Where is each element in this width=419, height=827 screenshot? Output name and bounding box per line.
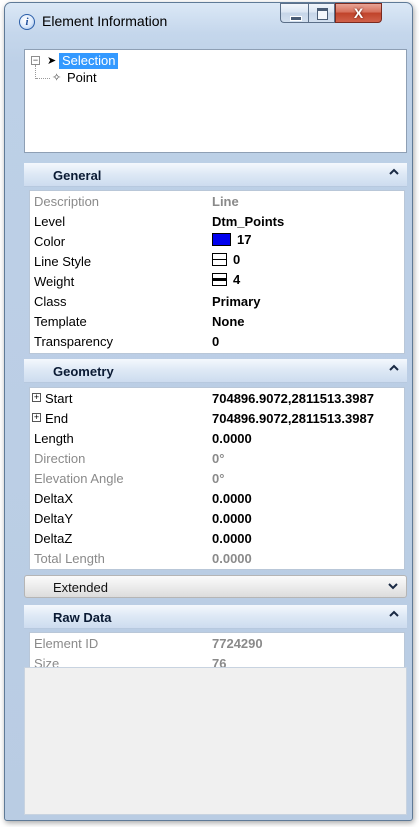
property-value[interactable]: 0	[212, 252, 240, 267]
tree-connector	[36, 78, 50, 79]
line-style-index: 0	[233, 252, 241, 267]
weight-index: 4	[233, 272, 241, 287]
property-label: Description	[34, 194, 100, 209]
section-header-extended[interactable]: Extended	[24, 575, 407, 598]
chevron-up-icon[interactable]	[389, 609, 399, 619]
property-row[interactable]: DeltaY 0.0000	[30, 508, 404, 527]
line-style-icon	[212, 253, 227, 266]
property-value[interactable]: 0.0000	[212, 431, 252, 446]
property-value[interactable]: None	[212, 314, 245, 329]
property-label: Weight	[34, 274, 75, 289]
close-icon: X	[353, 5, 364, 21]
section-title: Extended	[53, 580, 108, 595]
point-icon: ✧	[52, 72, 62, 84]
property-label: DeltaZ	[34, 531, 73, 546]
property-value: Line	[212, 194, 239, 209]
property-row[interactable]: Template None	[30, 311, 404, 330]
property-label: Elevation Angle	[34, 471, 124, 486]
property-value[interactable]: Primary	[212, 294, 260, 309]
property-label: DeltaX	[34, 491, 74, 506]
property-value[interactable]: 4	[212, 272, 240, 287]
expand-row-toggle[interactable]: +	[32, 393, 41, 402]
property-row[interactable]: DeltaZ 0.0000	[30, 528, 404, 547]
property-row[interactable]: Color 17	[30, 231, 404, 250]
property-row[interactable]: + End 704896.9072,2811513.3987	[30, 408, 404, 427]
property-label: Template	[34, 314, 87, 329]
window-title: Element Information	[42, 13, 168, 29]
maximize-icon	[317, 8, 328, 20]
tree-item-selection[interactable]: Selection	[59, 53, 119, 69]
property-row[interactable]: Length 0.0000	[30, 428, 404, 447]
property-value[interactable]: 0	[212, 334, 219, 349]
section-header-general[interactable]: General	[24, 163, 407, 187]
property-value: 0°	[212, 471, 225, 486]
section-title: General	[53, 168, 102, 183]
property-label: End	[45, 411, 69, 426]
weight-icon	[212, 273, 227, 286]
property-label: Transparency	[34, 334, 113, 349]
color-swatch	[212, 233, 231, 246]
section-title: Raw Data	[53, 610, 112, 625]
property-value[interactable]: 704896.9072,2811513.3987	[212, 391, 374, 406]
tree-item-point[interactable]: Point	[67, 70, 97, 85]
property-label: Class	[34, 294, 67, 309]
selection-tree: − ➤ Selection ✧ Point	[24, 49, 407, 153]
tree-connector	[35, 65, 36, 79]
property-value[interactable]: 0.0000	[212, 531, 252, 546]
property-label: Line Style	[34, 254, 92, 269]
property-row[interactable]: Level Dtm_Points	[30, 211, 404, 230]
property-row[interactable]: Transparency 0	[30, 331, 404, 350]
chevron-up-icon[interactable]	[389, 167, 399, 177]
property-value: 7724290	[212, 636, 263, 651]
property-value[interactable]: 0.0000	[212, 491, 252, 506]
property-label: Total Length	[34, 551, 105, 566]
chevron-up-icon[interactable]	[389, 363, 399, 373]
expand-row-toggle[interactable]: +	[32, 413, 41, 422]
property-label: Start	[45, 391, 73, 406]
property-value: 0°	[212, 451, 225, 466]
property-row[interactable]: Class Primary	[30, 291, 404, 310]
empty-panel-area	[24, 667, 407, 815]
property-label: Length	[34, 431, 74, 446]
property-label: Color	[34, 234, 66, 249]
general-properties: Description Line Level Dtm_Points Color 17 …	[29, 190, 405, 354]
minimize-icon	[290, 16, 302, 21]
section-header-geometry[interactable]: Geometry	[24, 359, 407, 383]
property-row[interactable]: Weight 4	[30, 271, 404, 290]
property-row: Description Line	[30, 191, 404, 210]
property-row: Direction 0°	[30, 448, 404, 467]
title-bar[interactable]: i Element Information X	[5, 3, 412, 37]
geometry-properties: + Start 704896.9072,2811513.3987 + End 70489…	[29, 387, 405, 570]
property-value[interactable]: 704896.9072,2811513.3987	[212, 411, 374, 426]
minimize-button[interactable]	[280, 3, 308, 23]
color-index: 17	[237, 232, 252, 247]
property-row[interactable]: + Start 704896.9072,2811513.3987	[30, 388, 404, 407]
section-title: Geometry	[53, 364, 114, 379]
chevron-down-icon[interactable]	[388, 581, 398, 591]
close-button[interactable]: X	[335, 3, 382, 23]
element-information-window: i Element Information X − ➤ Selection ✧ …	[4, 2, 413, 821]
property-value: 0.0000	[212, 551, 252, 566]
property-label: Element ID	[34, 636, 99, 651]
selection-arrow-icon: ➤	[47, 55, 57, 67]
maximize-button[interactable]	[308, 3, 335, 23]
property-row: Total Length 0.0000	[30, 548, 404, 567]
property-label: Level	[34, 214, 66, 229]
property-value[interactable]: Dtm_Points	[212, 214, 284, 229]
tree-collapse-toggle[interactable]: −	[31, 56, 40, 65]
info-icon: i	[19, 14, 35, 30]
property-label: Direction	[34, 451, 86, 466]
property-row[interactable]: Line Style 0	[30, 251, 404, 270]
property-row: Element ID 7724290	[30, 633, 404, 652]
property-row: Elevation Angle 0°	[30, 468, 404, 487]
section-header-raw-data[interactable]: Raw Data	[24, 605, 407, 629]
property-value[interactable]: 0.0000	[212, 511, 252, 526]
property-row[interactable]: DeltaX 0.0000	[30, 488, 404, 507]
property-value[interactable]: 17	[212, 232, 251, 247]
property-label: DeltaY	[34, 511, 74, 526]
